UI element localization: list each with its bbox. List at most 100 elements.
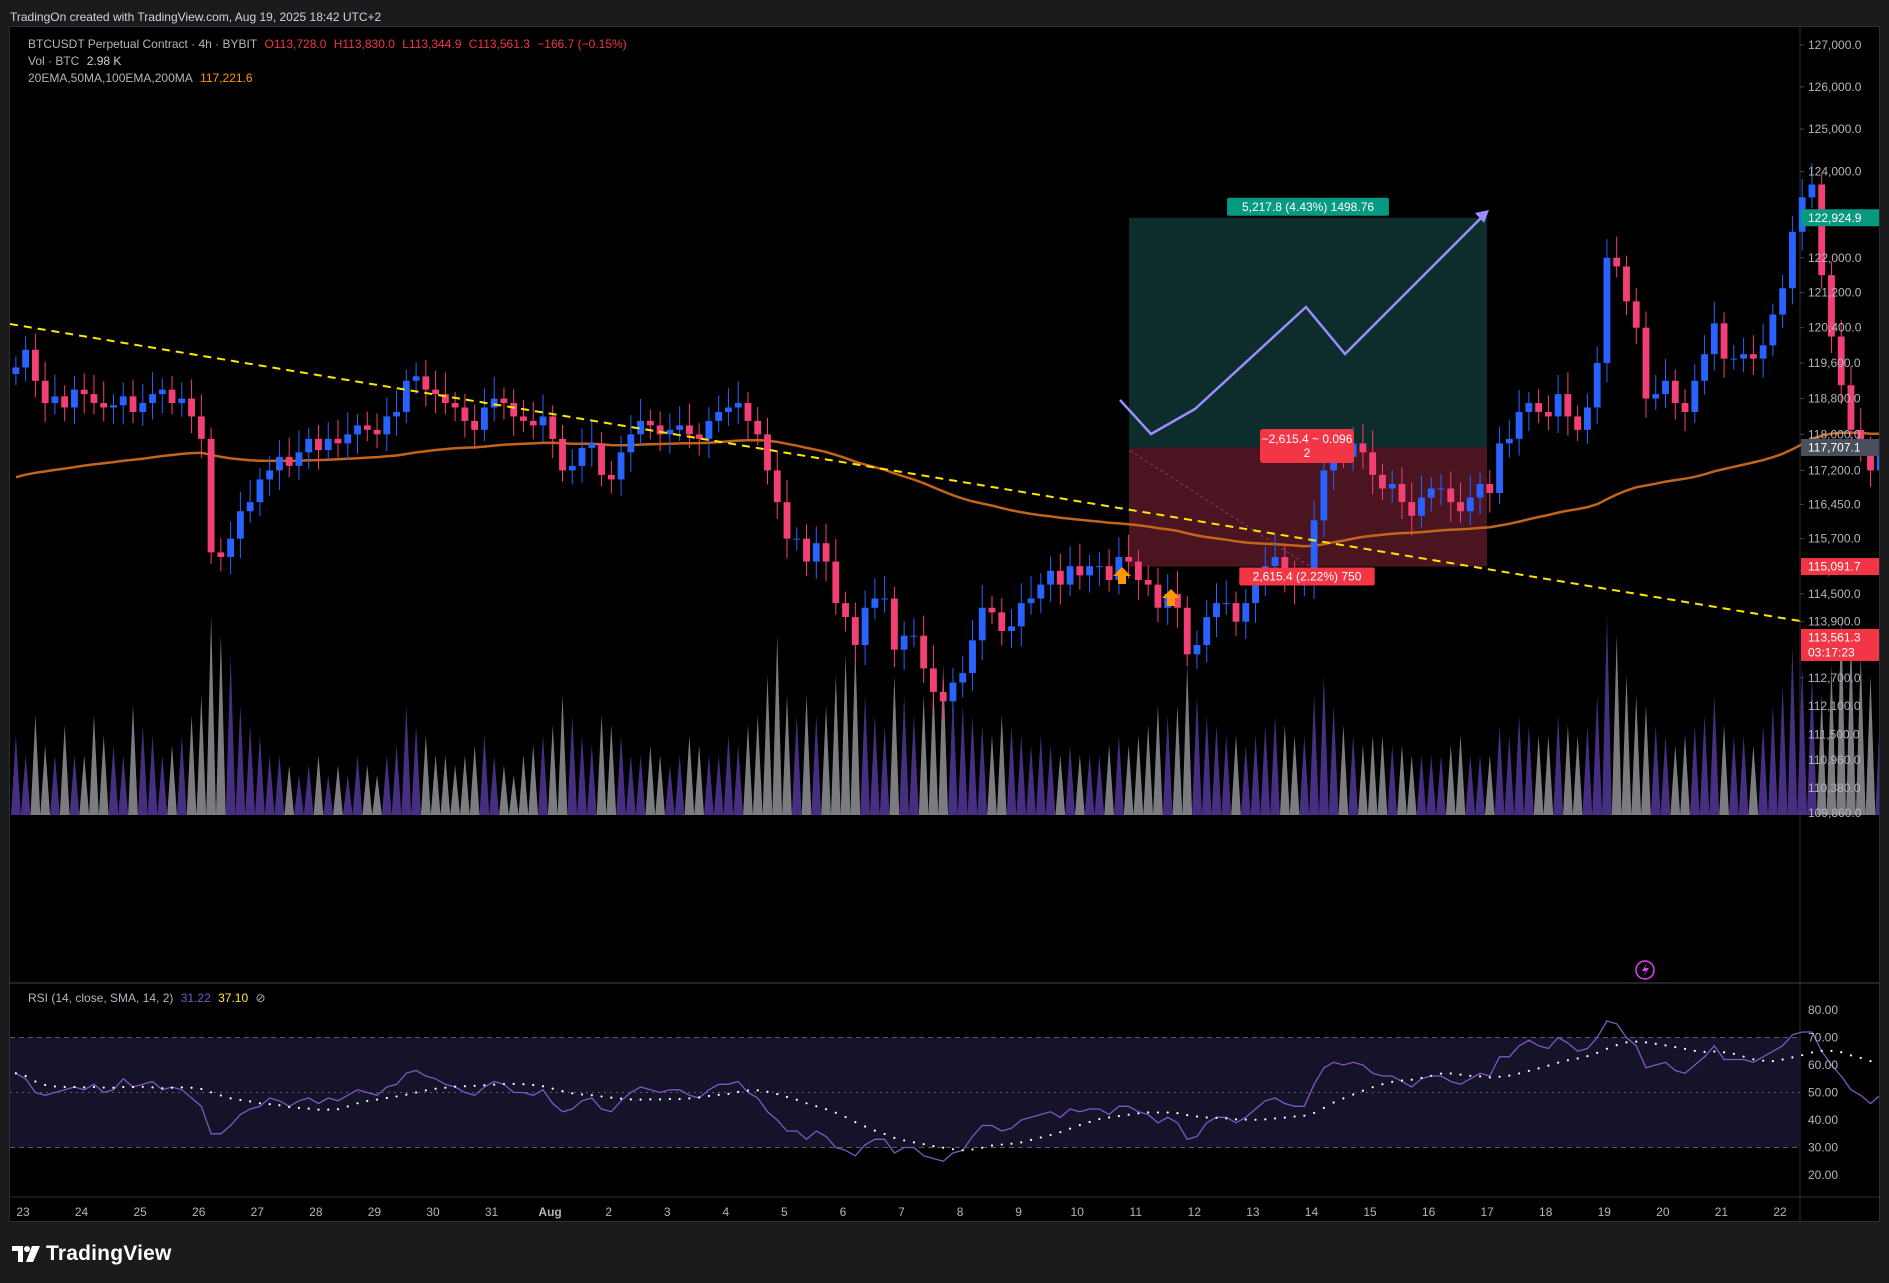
- candle[interactable]: [1779, 274, 1787, 329]
- candle[interactable]: [227, 521, 235, 575]
- candle-body[interactable]: [1232, 603, 1240, 622]
- candle-body[interactable]: [851, 617, 859, 645]
- candle-body[interactable]: [1632, 301, 1640, 328]
- candle[interactable]: [12, 356, 20, 386]
- candle[interactable]: [158, 378, 166, 414]
- candle[interactable]: [978, 585, 986, 661]
- candle-body[interactable]: [12, 367, 20, 375]
- candle[interactable]: [490, 376, 498, 422]
- candle[interactable]: [315, 424, 322, 470]
- candle-body[interactable]: [1408, 502, 1416, 516]
- candle[interactable]: [988, 596, 996, 625]
- candle-body[interactable]: [1808, 184, 1816, 198]
- candle-body[interactable]: [744, 403, 752, 421]
- candle[interactable]: [910, 618, 918, 648]
- candle[interactable]: [773, 450, 781, 519]
- candle-body[interactable]: [393, 411, 400, 417]
- candle-body[interactable]: [1359, 443, 1367, 453]
- candle[interactable]: [1623, 255, 1630, 315]
- candle-body[interactable]: [1447, 488, 1455, 503]
- candle[interactable]: [1671, 369, 1679, 420]
- candle-body[interactable]: [422, 376, 430, 390]
- candle-body[interactable]: [1574, 416, 1582, 430]
- candle-body[interactable]: [1613, 257, 1621, 267]
- candle-body[interactable]: [988, 607, 996, 613]
- candle-body[interactable]: [666, 429, 674, 435]
- volume-legend[interactable]: Vol · BTC 2.98 K: [28, 54, 125, 68]
- candle-body[interactable]: [168, 389, 176, 404]
- candle-body[interactable]: [842, 603, 849, 618]
- candle[interactable]: [1174, 571, 1181, 628]
- candle[interactable]: [51, 374, 59, 415]
- candle-body[interactable]: [1418, 497, 1425, 516]
- candle-body[interactable]: [676, 425, 684, 430]
- candle-body[interactable]: [510, 403, 518, 417]
- candle[interactable]: [607, 460, 615, 494]
- symbol-title[interactable]: BTCUSDT Perpetual Contract · 4h · BYBIT: [28, 37, 257, 51]
- candle-body[interactable]: [1740, 354, 1748, 359]
- candle[interactable]: [764, 417, 771, 485]
- candle[interactable]: [246, 479, 254, 523]
- candle-body[interactable]: [1203, 617, 1211, 645]
- candle-body[interactable]: [1564, 394, 1572, 417]
- candle-body[interactable]: [51, 396, 59, 404]
- candle-body[interactable]: [1066, 566, 1074, 585]
- profit-zone[interactable]: [1129, 217, 1487, 448]
- candle-body[interactable]: [480, 407, 488, 430]
- candle-body[interactable]: [861, 607, 869, 645]
- candle-body[interactable]: [383, 416, 391, 435]
- candle-body[interactable]: [80, 389, 88, 395]
- candle[interactable]: [1730, 344, 1738, 370]
- candle-body[interactable]: [246, 502, 254, 512]
- candle-body[interactable]: [1701, 354, 1708, 381]
- candle-body[interactable]: [139, 403, 147, 412]
- candle-body[interactable]: [1427, 488, 1435, 498]
- candle[interactable]: [31, 333, 39, 398]
- candle-body[interactable]: [236, 511, 244, 539]
- candle[interactable]: [1115, 537, 1123, 595]
- candle-body[interactable]: [461, 407, 469, 421]
- candle-body[interactable]: [949, 682, 957, 702]
- candle-body[interactable]: [1369, 452, 1377, 475]
- candle-body[interactable]: [1710, 323, 1718, 355]
- candle[interactable]: [1213, 583, 1220, 638]
- candle[interactable]: [1593, 346, 1601, 425]
- candle[interactable]: [529, 401, 537, 440]
- candle[interactable]: [1505, 419, 1513, 458]
- candle-body[interactable]: [178, 398, 186, 404]
- loss-zone[interactable]: [1129, 447, 1487, 567]
- candle-body[interactable]: [607, 474, 615, 480]
- candle[interactable]: [1183, 596, 1191, 667]
- candle-body[interactable]: [402, 380, 410, 412]
- candle[interactable]: [441, 372, 449, 415]
- candle-body[interactable]: [1017, 603, 1025, 627]
- candle-body[interactable]: [354, 425, 361, 435]
- candle-body[interactable]: [1691, 380, 1699, 412]
- candle-body[interactable]: [1730, 358, 1738, 360]
- candle-body[interactable]: [705, 420, 713, 439]
- candle-body[interactable]: [900, 635, 908, 650]
- candle[interactable]: [744, 391, 752, 441]
- candle-body[interactable]: [334, 438, 342, 444]
- profit-label[interactable]: 5,217.8 (4.43%) 1498.76: [1227, 197, 1389, 216]
- candle-body[interactable]: [266, 470, 274, 480]
- candle[interactable]: [1652, 374, 1660, 410]
- candle-body[interactable]: [1584, 407, 1591, 430]
- time-axis[interactable]: 23 24 25 26 27 28 29 30 31 Aug 2 3 4 5 6 7 8 9 10 11 12 13 14 1…: [16, 1205, 1787, 1219]
- candle-body[interactable]: [432, 389, 440, 395]
- candle-body[interactable]: [363, 425, 371, 430]
- candle[interactable]: [1525, 391, 1533, 432]
- candle-body[interactable]: [1388, 483, 1396, 489]
- candle-body[interactable]: [930, 668, 937, 692]
- candle[interactable]: [1027, 575, 1035, 615]
- candle[interactable]: [568, 449, 576, 485]
- candle-body[interactable]: [344, 434, 352, 444]
- candle-body[interactable]: [22, 349, 30, 368]
- candle[interactable]: [725, 388, 732, 426]
- candle-body[interactable]: [529, 420, 537, 426]
- candle[interactable]: [432, 370, 440, 414]
- candle-body[interactable]: [305, 438, 313, 453]
- candle-body[interactable]: [217, 552, 225, 557]
- candle-body[interactable]: [276, 456, 283, 471]
- candle-body[interactable]: [549, 416, 557, 439]
